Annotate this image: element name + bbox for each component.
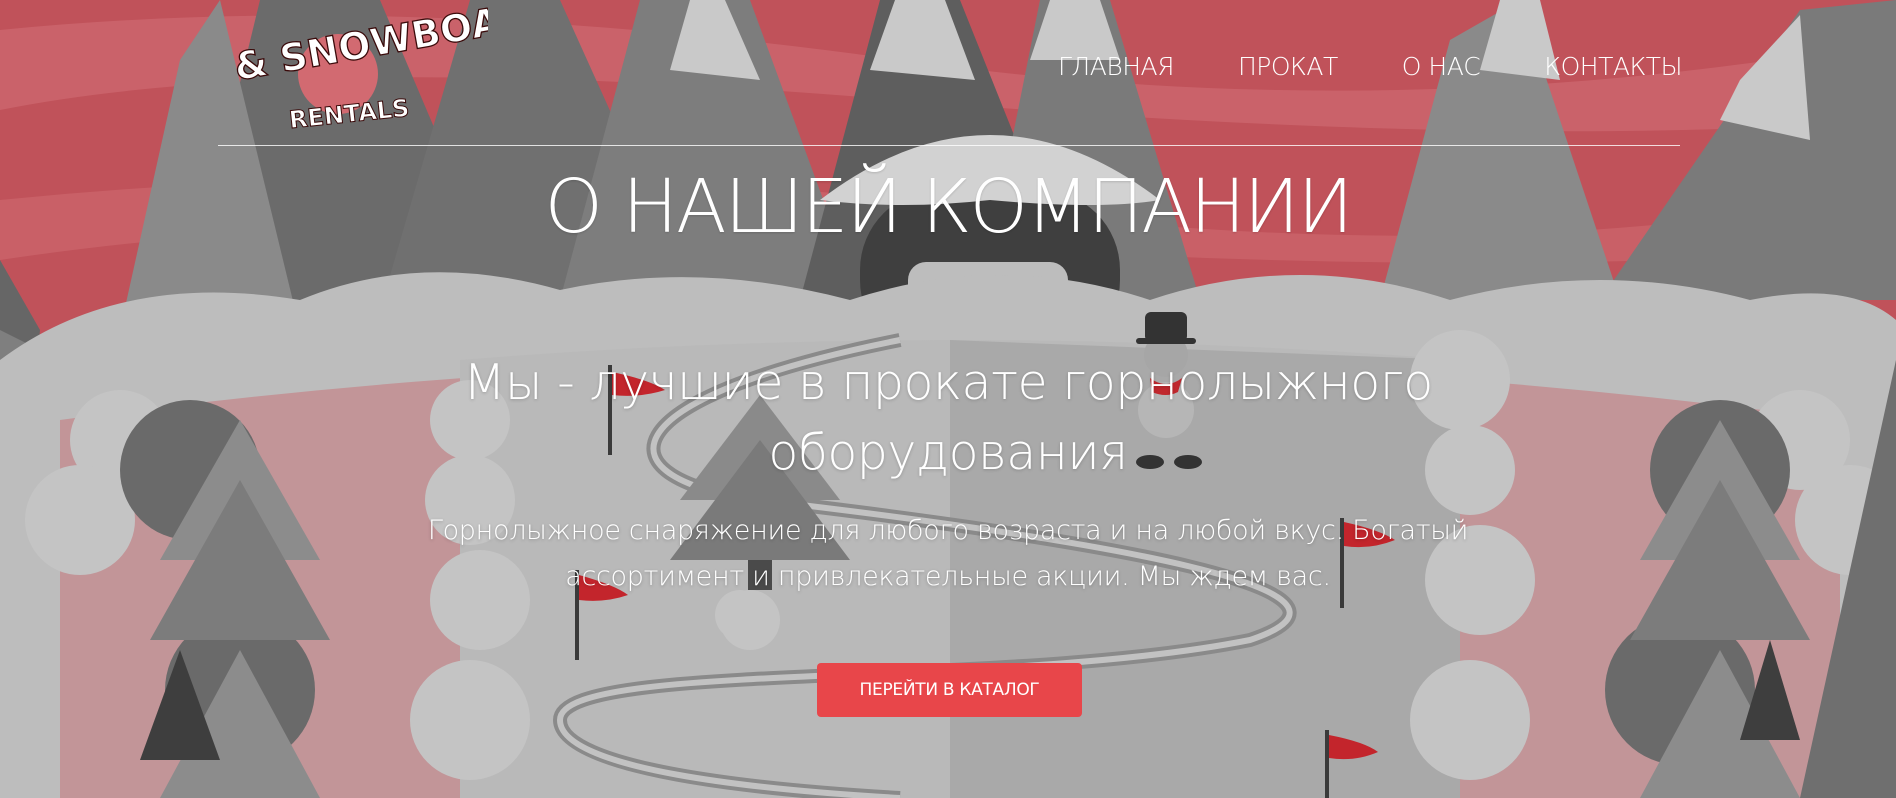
site-logo[interactable]: SKI & SNOWBOARD RENTALS [147, 0, 564, 135]
logo-line2: RENTALS [288, 94, 411, 134]
header-divider [218, 145, 1680, 146]
hero-headline: Мы - лучшие в прокате горнолыжного обору… [463, 354, 1433, 481]
hero-description: Горнолыжное снаряжение для любого возрас… [427, 515, 1469, 592]
nav-about[interactable]: О НАС [1402, 52, 1481, 81]
nav-home[interactable]: ГЛАВНАЯ [1058, 52, 1174, 81]
nav-contacts[interactable]: КОНТАКТЫ [1544, 52, 1682, 81]
logo-graphic: SKI & SNOWBOARD RENTALS [147, 0, 564, 135]
site-header: SKI & SNOWBOARD RENTALS ГЛАВНАЯ ПРОКАТ О… [0, 0, 1896, 150]
catalog-button[interactable]: ПЕРЕЙТИ В КАТАЛОГ [817, 663, 1082, 717]
nav-rental[interactable]: ПРОКАТ [1238, 52, 1338, 81]
page-title: О НАШЕЙ КОМПАНИИ [544, 164, 1354, 250]
main-nav: ГЛАВНАЯ ПРОКАТ О НАС КОНТАКТЫ [1058, 52, 1683, 81]
